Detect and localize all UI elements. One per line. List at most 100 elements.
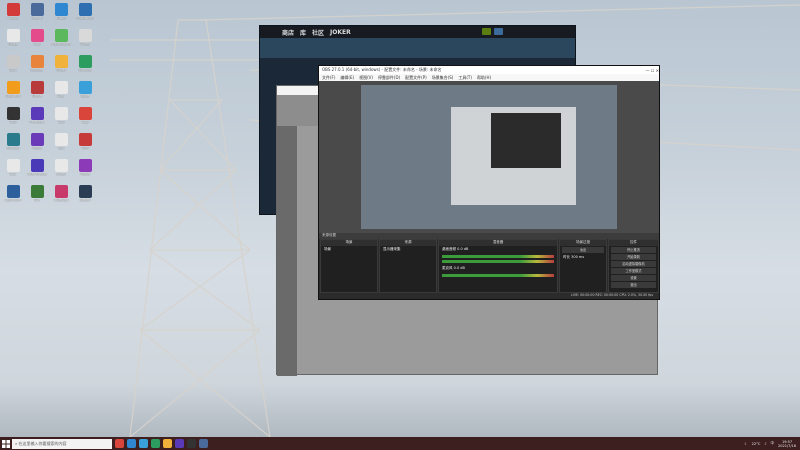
desktop-icon[interactable]: Steam	[25, 3, 49, 29]
obs-menu-item[interactable]: 停靠部件(D)	[378, 75, 400, 81]
desktop-icon-label: Illustrator	[5, 95, 21, 98]
clock[interactable]: 19:57 2021/7/16	[778, 440, 796, 448]
controls-panel: 控件 停止推流 开始录制 启动虚拟摄像机 工作室模式 设置 退出	[608, 239, 659, 293]
desktop-icon-label: uTools	[56, 17, 66, 20]
browser-sidebar	[277, 126, 297, 376]
desktop-icon-label: Vectorworks	[51, 43, 71, 46]
desktop-icon-label: Edge	[80, 95, 90, 98]
desktop-icon[interactable]: Vectorworks	[49, 29, 73, 55]
source-item[interactable]: 显示器采集	[380, 246, 436, 253]
desktop-icon-label: Dw	[34, 199, 40, 202]
desktop-icon[interactable]: Text	[49, 133, 73, 159]
control-button[interactable]: 停止推流	[611, 247, 656, 253]
obs-menu-item[interactable]: 场景集合(S)	[432, 75, 454, 81]
obs-menu-item[interactable]: 编辑(E)	[340, 75, 354, 81]
taskbar-app-icon[interactable]	[175, 439, 184, 448]
taskbar-search[interactable]: ⌕ 在这里输入你要搜索的内容	[12, 438, 112, 449]
desktop-icon[interactable]: Photoshop	[73, 3, 97, 29]
taskbar-app-icon[interactable]	[115, 439, 124, 448]
desktop-icon[interactable]: Sheet	[49, 159, 73, 185]
steam-nav-library[interactable]: 库	[300, 28, 306, 37]
transitions-header: 场景过渡	[560, 240, 606, 246]
clock-date: 2021/7/16	[778, 443, 796, 448]
control-button[interactable]: 开始录制	[611, 254, 656, 260]
taskbar-app-icon[interactable]	[151, 439, 160, 448]
taskbar-app-icon[interactable]	[139, 439, 148, 448]
desktop-icon[interactable]: Doc	[49, 81, 73, 107]
weather-temp[interactable]: 22°C	[752, 442, 761, 446]
desktop-icon[interactable]: Adobe	[1, 3, 25, 29]
window-controls[interactable]: — ☐ ✕	[646, 68, 659, 73]
desktop-icon[interactable]: OBS	[1, 107, 25, 133]
taskbar-app-icon[interactable]	[163, 439, 172, 448]
desktop-icon[interactable]: Steam	[73, 185, 97, 211]
app-icon	[30, 185, 44, 198]
desktop-icon[interactable]: Disk	[1, 55, 25, 81]
obs-menu-item[interactable]: 工具(T)	[458, 75, 472, 81]
volume-icon[interactable]: ♪	[764, 442, 766, 446]
desktop-icon[interactable]: Blender	[25, 55, 49, 81]
desktop-icon[interactable]: InDesign	[49, 185, 73, 211]
mixer-panel: 混音器 桌面音频 0.0 dB 麦克风 0.0 dB	[438, 239, 558, 293]
desktop-icon[interactable]: Premiere	[25, 107, 49, 133]
obs-menu-item[interactable]: 视图(V)	[359, 75, 373, 81]
desktop-icon[interactable]: Audition	[1, 133, 25, 159]
taskbar-apps	[112, 439, 208, 448]
taskbar-app-icon[interactable]	[187, 439, 196, 448]
desktop-icon[interactable]: App	[25, 29, 49, 55]
app-icon	[30, 55, 44, 68]
desktop-icon[interactable]: After Effects	[25, 159, 49, 185]
obs-menu-item[interactable]: 配置文件(P)	[405, 75, 427, 81]
steam-nav-user[interactable]: JOKER	[330, 29, 351, 36]
desktop-icon[interactable]: Lightroom	[1, 185, 25, 211]
desktop-icon[interactable]: WPS	[73, 133, 97, 159]
desktop-icon[interactable]: Dw	[25, 185, 49, 211]
steam-notify-button[interactable]	[482, 28, 491, 35]
volume-meter[interactable]	[442, 255, 554, 258]
transition-select[interactable]: 淡出	[562, 247, 604, 253]
scene-item[interactable]: 场景	[321, 246, 377, 253]
ime-indicator[interactable]: 中	[771, 441, 775, 446]
volume-meter[interactable]	[442, 260, 554, 263]
steam-friends-button[interactable]	[494, 28, 503, 35]
control-button[interactable]: 退出	[611, 282, 656, 288]
steam-nav-community[interactable]: 社区	[312, 28, 324, 37]
desktop-icon[interactable]: Notes	[1, 29, 25, 55]
track-name: 桌面音频	[442, 247, 456, 251]
desktop-icon[interactable]: App	[73, 107, 97, 133]
app-icon	[30, 133, 44, 146]
desktop-icon[interactable]: uTools	[49, 3, 73, 29]
duration-row: 时长 300 ms	[560, 254, 606, 261]
desktop-icon[interactable]: Tool	[49, 107, 73, 133]
taskbar-app-icon[interactable]	[199, 439, 208, 448]
app-icon	[30, 159, 44, 172]
desktop-icon-label: Adobe	[7, 17, 19, 20]
desktop-icon[interactable]: Illustrator	[1, 81, 25, 107]
desktop-icon-label: OBS	[9, 121, 17, 124]
control-button[interactable]: 工作室模式	[611, 268, 656, 274]
desktop-icon[interactable]: Media	[73, 159, 97, 185]
steam-nav-store[interactable]: 商店	[282, 28, 294, 37]
control-button[interactable]: 启动虚拟摄像机	[611, 261, 656, 267]
control-button[interactable]: 设置	[611, 275, 656, 281]
obs-menu-item[interactable]: 文件(F)	[322, 75, 335, 81]
desktop-icon[interactable]: Game	[25, 81, 49, 107]
desktop-icon[interactable]: Media	[25, 133, 49, 159]
obs-menu-item[interactable]: 帮助(H)	[477, 75, 491, 81]
taskbar-app-icon[interactable]	[127, 439, 136, 448]
desktop-icon-label: Lightroom	[4, 199, 22, 202]
app-icon	[54, 159, 68, 172]
desktop-icon[interactable]: Edge	[73, 81, 97, 107]
desktop-icon-label: Video	[80, 43, 90, 46]
desktop-icon[interactable]: Folder	[49, 55, 73, 81]
desktop-icon[interactable]: Doc	[1, 159, 25, 185]
obs-preview[interactable]	[319, 81, 659, 233]
desktop-icon[interactable]: Chrome	[73, 55, 97, 81]
app-icon	[54, 3, 68, 16]
volume-meter[interactable]	[442, 274, 554, 277]
duration-value[interactable]: 300 ms	[571, 255, 584, 259]
desktop-icon[interactable]: Video	[73, 29, 97, 55]
desktop-icon-label: App	[33, 43, 41, 46]
start-button[interactable]	[0, 437, 12, 450]
obs-window[interactable]: OBS 27.0.1 (64-bit, windows) - 配置文件: 未命名…	[318, 65, 660, 300]
